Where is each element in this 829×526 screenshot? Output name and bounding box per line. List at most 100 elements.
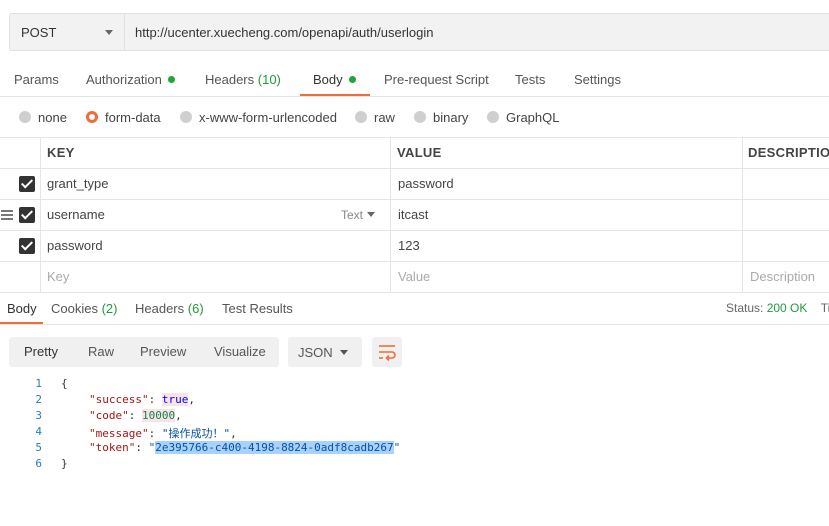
tab-body[interactable]: Body (313, 64, 356, 96)
json-key: "success" (89, 393, 149, 406)
row-checkbox[interactable] (19, 238, 35, 254)
tab-label: Body (313, 72, 343, 87)
key-cell[interactable]: grant_type (47, 169, 108, 199)
value-cell[interactable]: password (398, 169, 454, 199)
radio-raw[interactable]: raw (355, 109, 395, 125)
status-value: 200 OK (766, 301, 808, 315)
tab-pre-request-script[interactable]: Pre-request Script (384, 64, 489, 96)
header-key: KEY (47, 145, 75, 160)
column-divider (40, 262, 41, 292)
wrap-lines-icon (379, 345, 396, 362)
brace: { (61, 377, 68, 390)
tab-label: Tests (515, 72, 546, 87)
radio-label: form-data (105, 109, 161, 125)
column-divider (742, 200, 743, 230)
code-line: } (61, 457, 68, 470)
value-cell[interactable]: 123 (398, 231, 420, 261)
column-divider (40, 138, 41, 168)
table-header-row: KEY VALUE DESCRIPTION (0, 138, 829, 169)
line-number: 3 (35, 409, 42, 422)
value-cell[interactable]: itcast (398, 200, 428, 230)
tab-label: Settings (574, 72, 621, 87)
radio-selected-icon (86, 111, 98, 123)
url-text: http://ucenter.xuecheng.com/openapi/auth… (135, 24, 434, 40)
radio-circle-icon (180, 111, 192, 123)
tab-tests[interactable]: Tests (515, 64, 545, 96)
key-type-label: Text (341, 208, 364, 222)
radio-circle-icon (487, 111, 499, 123)
view-visualize-button[interactable]: Visualize (214, 337, 266, 367)
tab-label: Headers (205, 72, 255, 87)
key-type-select[interactable]: Text (341, 200, 376, 230)
view-pretty-button[interactable]: Pretty (24, 337, 58, 367)
value-input-placeholder[interactable]: Value (398, 262, 430, 292)
status-dot-icon (348, 76, 356, 84)
json-value: true (161, 393, 189, 406)
chevron-down-icon (105, 30, 113, 35)
response-tab-cookies[interactable]: Cookies (2) (51, 293, 117, 324)
view-preview-button[interactable]: Preview (140, 337, 186, 367)
method-select[interactable]: POST (9, 13, 124, 51)
code-line: "message": "操作成功！", (89, 427, 237, 440)
quote: " (393, 441, 401, 454)
row-checkbox[interactable] (19, 176, 35, 192)
column-divider (40, 200, 41, 230)
column-divider (390, 138, 391, 168)
tab-count: (2) (101, 301, 118, 316)
key-input-placeholder[interactable]: Key (47, 262, 69, 292)
radio-binary[interactable]: binary (414, 109, 468, 125)
radio-label: raw (374, 109, 395, 125)
time-label: Ti (820, 301, 829, 315)
column-divider (742, 138, 743, 168)
format-label: JSON (298, 344, 333, 360)
column-divider (390, 262, 391, 292)
json-value: 10000 (142, 409, 176, 422)
key-cell[interactable]: password (47, 231, 103, 261)
radio-form-data[interactable]: form-data (86, 109, 161, 125)
code-line: "success": true, (89, 393, 195, 406)
table-row: username Text itcast (0, 200, 829, 231)
radio-label: GraphQL (506, 109, 560, 125)
url-input[interactable]: http://ucenter.xuecheng.com/openapi/auth… (124, 13, 829, 51)
chevron-down-icon (340, 350, 348, 355)
radio-circle-icon (19, 111, 31, 123)
line-number: 2 (35, 393, 42, 406)
brace: } (61, 457, 68, 470)
drag-handle-icon[interactable] (1, 210, 13, 222)
wrap-lines-button[interactable] (372, 337, 402, 367)
key-cell[interactable]: username (47, 200, 105, 230)
tab-count: (10) (257, 72, 281, 87)
tab-settings[interactable]: Settings (574, 64, 621, 96)
line-number: 4 (35, 425, 42, 438)
tab-params[interactable]: Params (14, 64, 59, 96)
column-divider (742, 231, 743, 261)
chevron-down-icon (367, 212, 376, 218)
format-select[interactable]: JSON (288, 337, 362, 367)
code-line: { (61, 377, 68, 390)
status-label: Status: (726, 301, 764, 315)
code-line: "token": "2e395766-c400-4198-8824-0adf8c… (89, 441, 401, 454)
response-tab-test-results[interactable]: Test Results (222, 293, 293, 324)
json-key: "code" (89, 409, 129, 422)
code-line: "code": 10000, (89, 409, 182, 422)
response-tabs: Body Cookies (2) Headers (6) Test Result… (0, 293, 829, 325)
radio-urlencoded[interactable]: x-www-form-urlencoded (180, 109, 337, 125)
radio-none[interactable]: none (19, 109, 67, 125)
response-tab-body[interactable]: Body (7, 293, 37, 324)
response-tab-headers[interactable]: Headers (6) (135, 293, 204, 324)
view-raw-button[interactable]: Raw (88, 337, 114, 367)
line-number: 1 (35, 377, 42, 390)
tab-label: Params (14, 72, 59, 87)
column-divider (40, 169, 41, 199)
column-divider (742, 262, 743, 292)
tab-authorization[interactable]: Authorization (86, 64, 175, 96)
tab-headers[interactable]: Headers (10) (205, 64, 281, 96)
description-input-placeholder[interactable]: Description (750, 262, 815, 292)
column-divider (40, 231, 41, 261)
column-divider (390, 231, 391, 261)
radio-graphql[interactable]: GraphQL (487, 109, 559, 125)
json-value: "操作成功！" (161, 427, 231, 440)
row-checkbox[interactable] (19, 207, 35, 223)
tab-label: Cookies (51, 301, 98, 316)
line-number: 6 (35, 457, 42, 470)
